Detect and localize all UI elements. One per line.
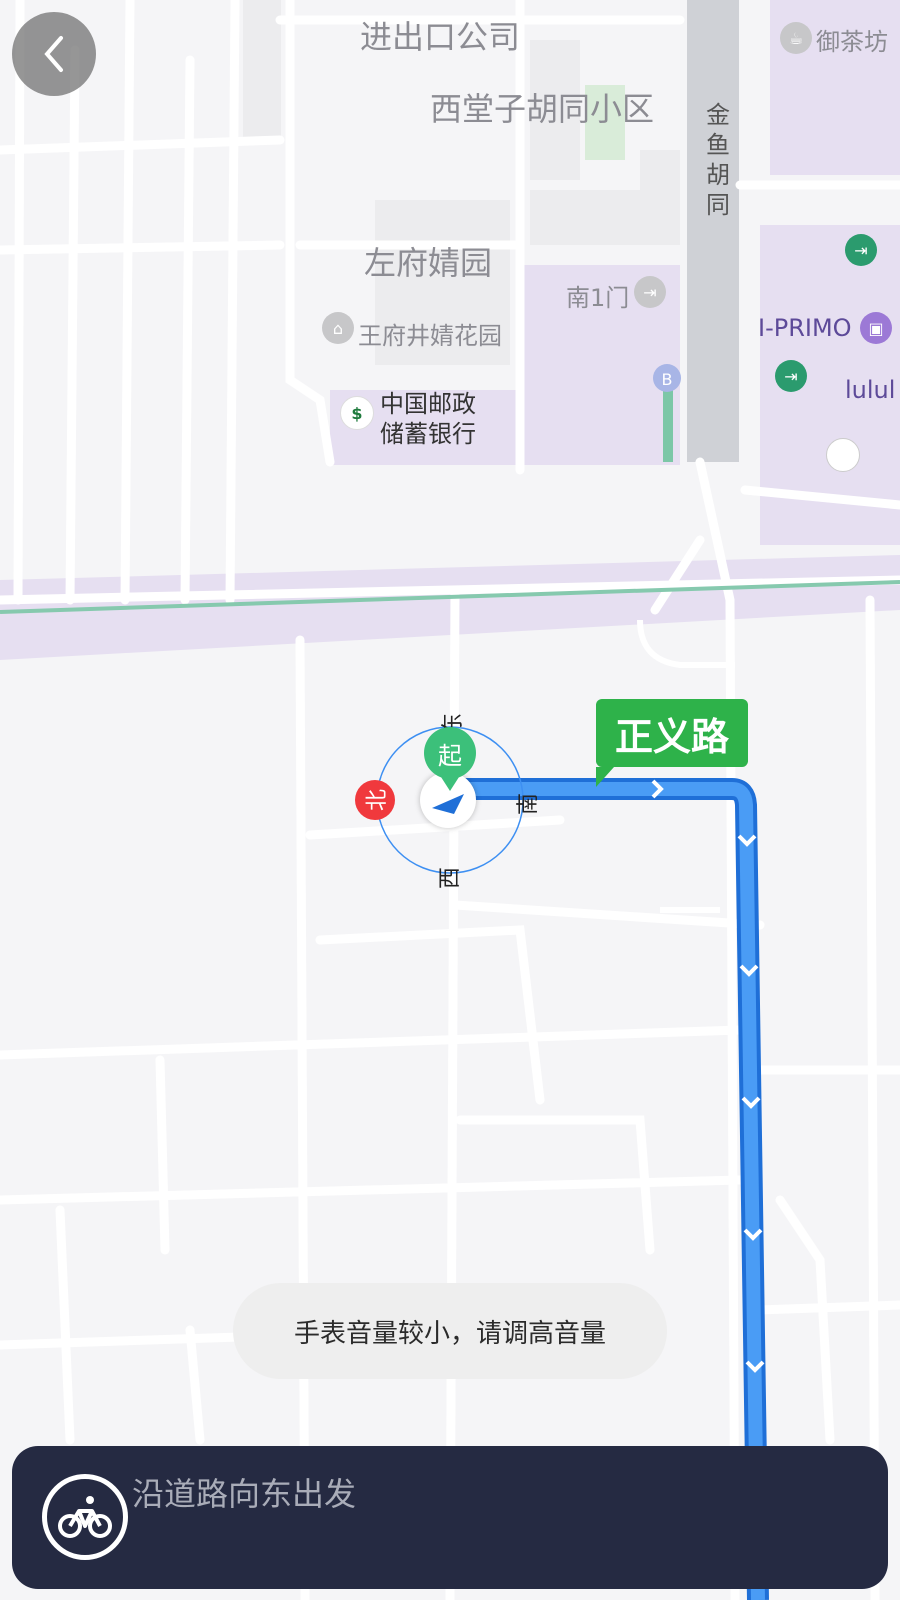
back-button[interactable] xyxy=(12,12,96,96)
store-icon[interactable]: ⇥ xyxy=(775,360,807,392)
map-label-gate: 南1门 xyxy=(566,284,630,312)
bicycle-icon xyxy=(42,1474,128,1560)
apple-store-icon[interactable] xyxy=(826,438,860,472)
map-label-tea: 御茶坊 xyxy=(816,28,888,56)
map-label-jinyu: 金鱼胡同 xyxy=(706,101,730,219)
start-pin[interactable]: 起 xyxy=(424,727,476,791)
gate-icon[interactable]: ⇥ xyxy=(634,276,666,308)
compass-south: 南 xyxy=(516,792,542,816)
map-label-zuofu: 左府婧园 xyxy=(364,244,493,282)
road-name-tag: 正义路 xyxy=(596,699,748,787)
jinyu-hutong-road xyxy=(687,0,739,462)
shopping-bag-icon[interactable]: ▣ xyxy=(860,312,892,344)
volume-toast: 手表音量较小，请调高音量 xyxy=(233,1283,667,1379)
navigation-instruction: 沿道路向东出发 xyxy=(132,1475,357,1513)
chevron-left-icon xyxy=(44,36,63,72)
map-label-community: 西堂子胡同小区 xyxy=(430,90,655,128)
tea-icon[interactable]: ☕ xyxy=(780,22,812,54)
mall-icon[interactable]: ⇥ xyxy=(845,234,877,266)
compass-west: 西 xyxy=(438,866,464,890)
residence-icon[interactable]: ⌂ xyxy=(322,312,354,344)
map-label-iprimo: I-PRIMO xyxy=(758,314,852,342)
map-label-wangfujing: 王府井婧花园 xyxy=(358,322,502,350)
map-label-bank-line2: 储蓄银行 xyxy=(380,420,476,448)
compass-north-badge: 北 xyxy=(355,780,395,820)
bank-icon[interactable]: $ xyxy=(340,396,374,430)
navigation-card[interactable]: 沿道路向东出发 xyxy=(12,1446,888,1589)
map-label-lulu: lulul xyxy=(845,376,896,404)
metro-b-label: B xyxy=(662,370,673,389)
map-label-company: 进出口公司 xyxy=(360,18,521,56)
